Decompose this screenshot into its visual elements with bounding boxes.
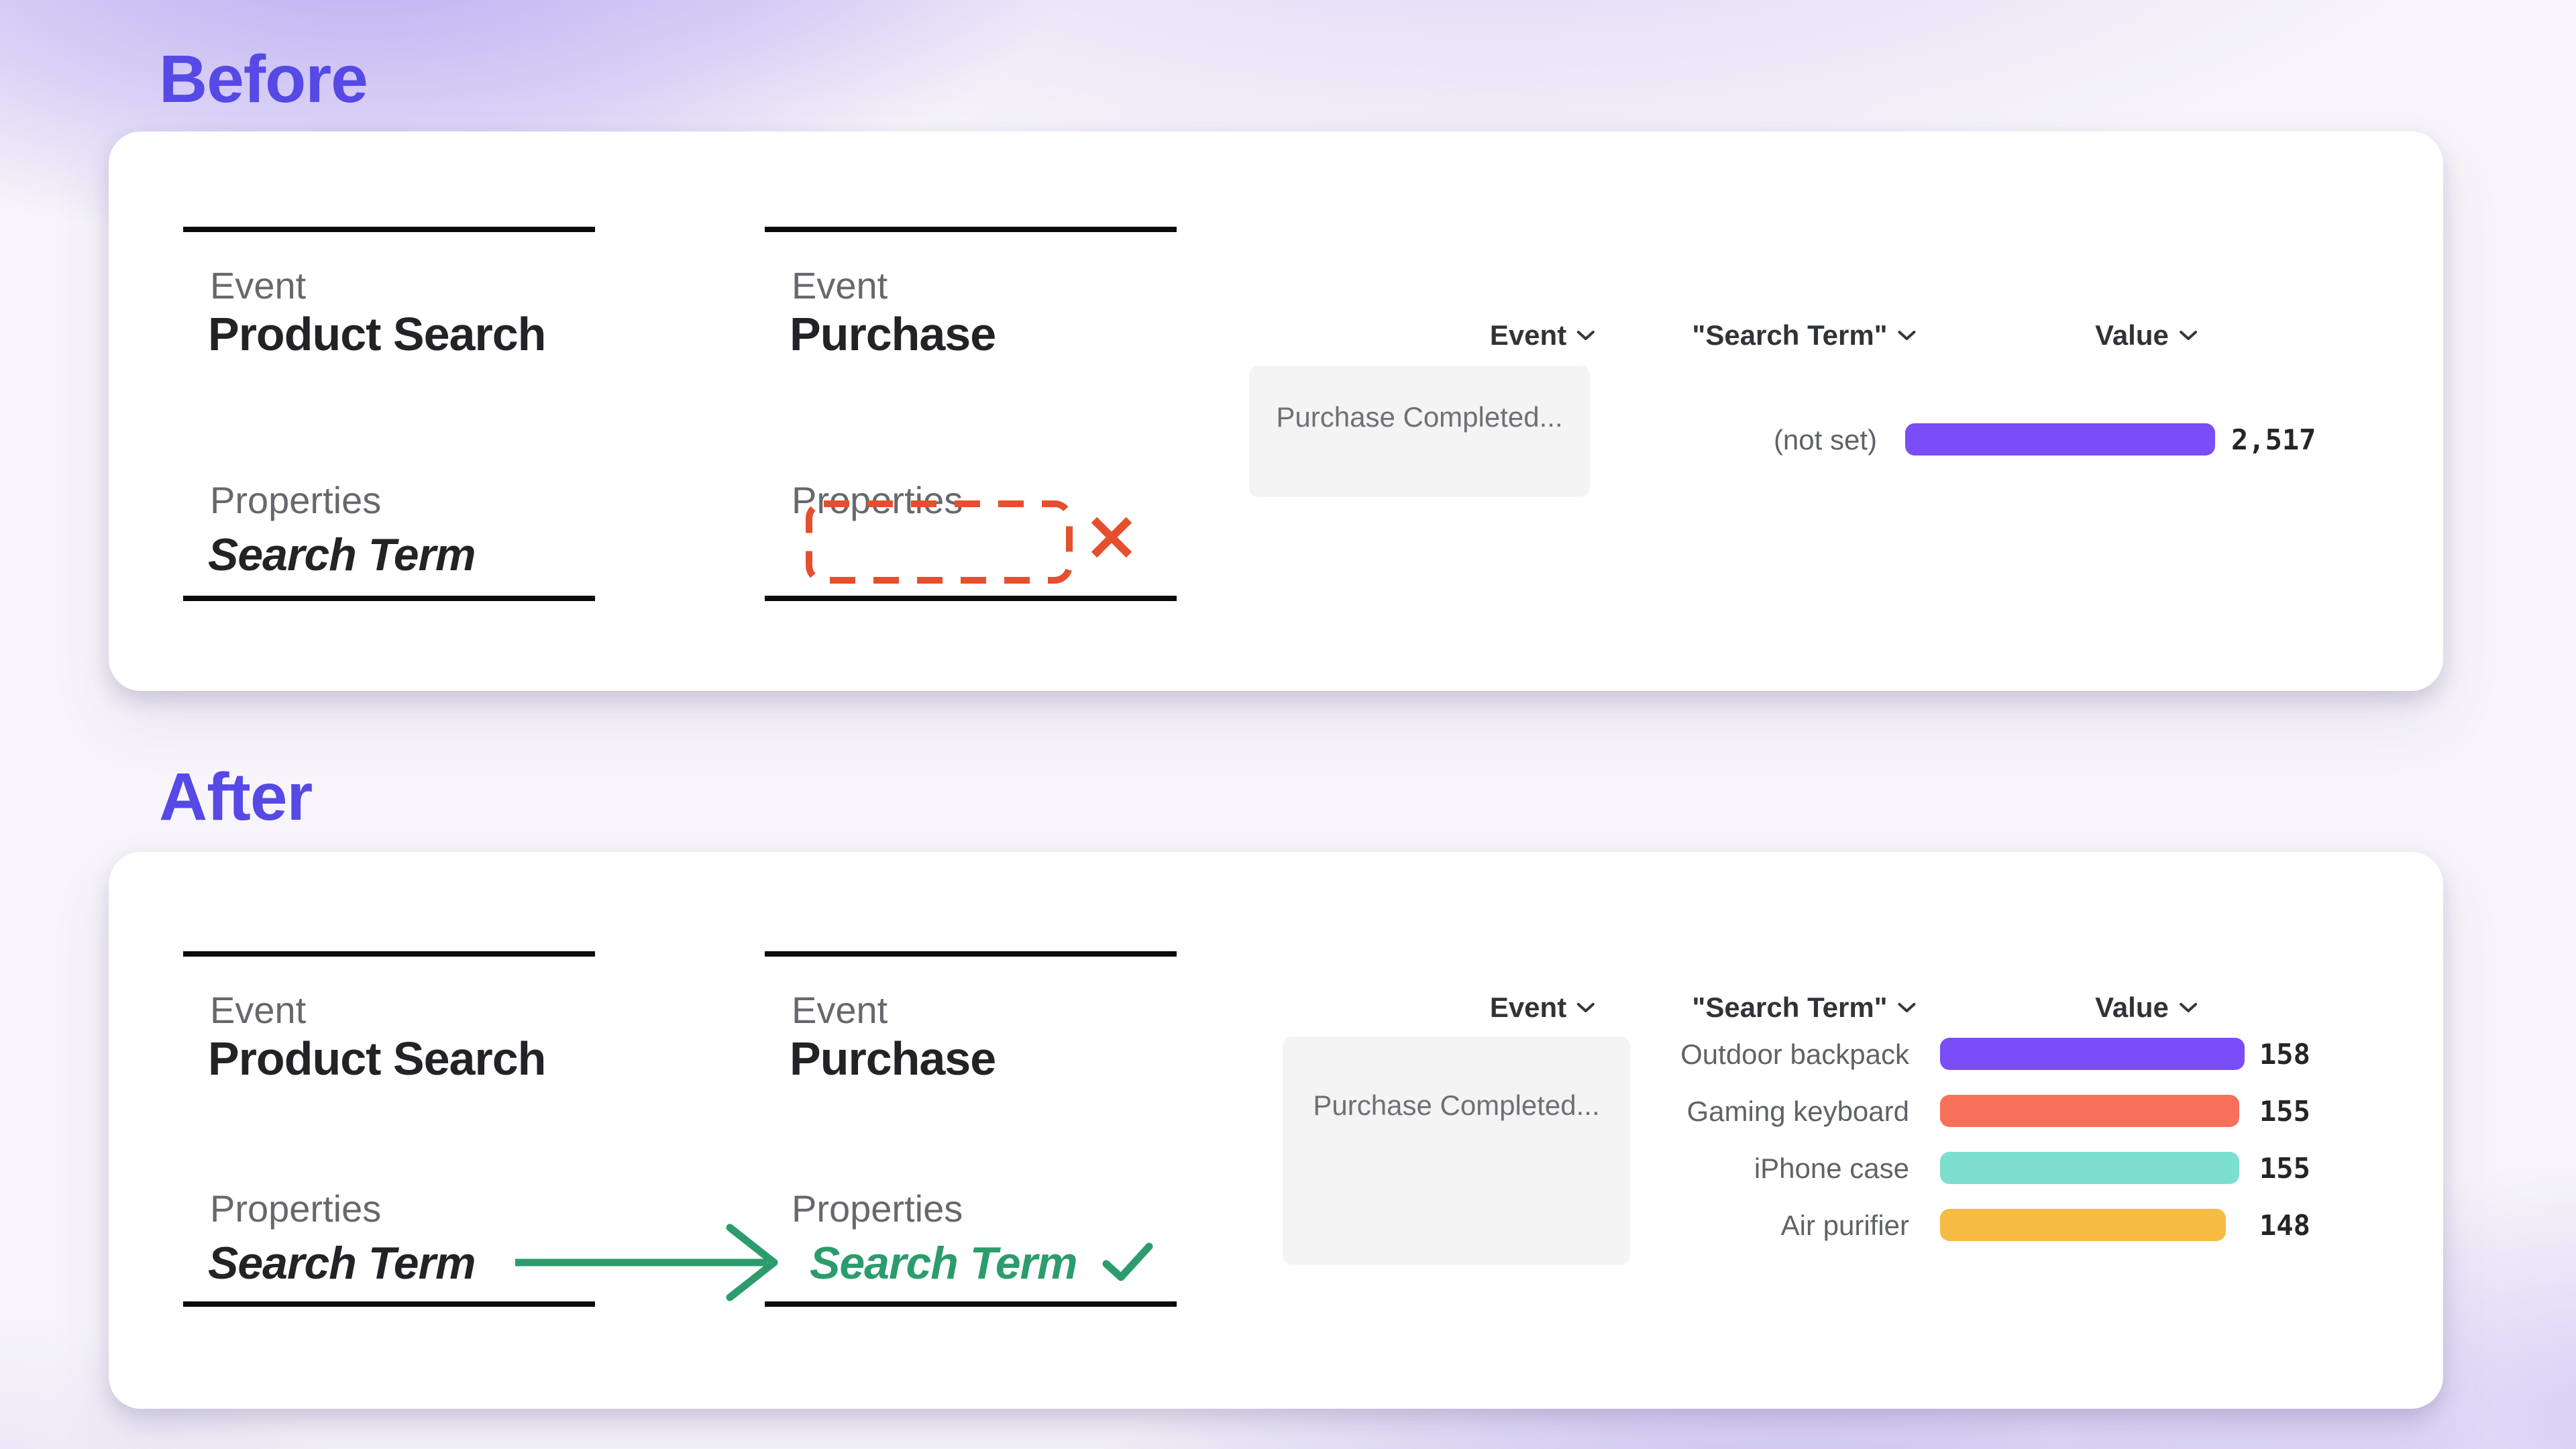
bar-value: 155 (2259, 1152, 2310, 1185)
divider-line (765, 596, 1177, 601)
bar-value: 148 (2259, 1210, 2310, 1242)
event-label: Event (210, 263, 306, 308)
row-label: Outdoor backpack (1623, 1038, 1909, 1071)
divider-line (183, 596, 595, 601)
event-label: Event (792, 263, 888, 308)
divider-line (765, 1301, 1177, 1307)
after-card: Event Product Search Properties Search T… (109, 852, 2443, 1409)
column-header-label: Event (1490, 318, 1566, 353)
event-cell-text: Purchase Completed... (1249, 400, 1590, 434)
chevron-down-icon (1576, 329, 1596, 341)
bar-value: 155 (2259, 1095, 2310, 1128)
column-header-label: "Search Term" (1692, 990, 1887, 1025)
property-name: Search Term (208, 1237, 475, 1289)
before-section-title: Before (159, 44, 368, 115)
divider-line (183, 951, 595, 957)
x-mark-icon (1088, 514, 1135, 561)
row-label: Gaming keyboard (1623, 1095, 1909, 1128)
chevron-down-icon (2178, 329, 2198, 341)
column-header-label: Value (2095, 318, 2169, 353)
value-bar (1940, 1095, 2239, 1127)
before-card: Event Product Search Properties Search T… (109, 131, 2443, 691)
checkmark-icon (1102, 1241, 1154, 1283)
event-name: Purchase (790, 307, 996, 362)
chevron-down-icon (1576, 1002, 1596, 1014)
mapping-arrow-icon (514, 1222, 789, 1303)
divider-line (183, 227, 595, 232)
column-header-value[interactable]: Value (2095, 990, 2198, 1025)
event-cell: Purchase Completed... (1249, 366, 1590, 497)
event-cell: Purchase Completed... (1283, 1036, 1630, 1265)
divider-line (765, 227, 1177, 232)
event-name: Purchase (790, 1032, 996, 1086)
chevron-down-icon (1897, 1002, 1917, 1014)
value-bar (1940, 1209, 2226, 1241)
properties-label: Properties (792, 1186, 963, 1231)
divider-line (765, 951, 1177, 957)
column-header-label: Event (1490, 990, 1566, 1025)
column-header-label: Value (2095, 990, 2169, 1025)
bar-value: 158 (2259, 1038, 2310, 1071)
column-header-label: "Search Term" (1692, 318, 1887, 353)
properties-label: Properties (210, 1186, 381, 1231)
properties-label: Properties (210, 478, 381, 523)
event-name: Product Search (208, 1032, 545, 1086)
event-cell-text: Purchase Completed... (1283, 1089, 1630, 1122)
column-header-search-term[interactable]: "Search Term" (1692, 318, 1917, 353)
column-header-event[interactable]: Event (1490, 318, 1596, 353)
bar-value: 2,517 (2231, 424, 2316, 456)
column-header-search-term[interactable]: "Search Term" (1692, 990, 1917, 1025)
page: Before Event Product Search Properties S… (0, 0, 2576, 1449)
after-section-title: After (159, 762, 312, 833)
event-name: Product Search (208, 307, 545, 362)
value-bar (1940, 1038, 2245, 1070)
missing-property-dashed-box (805, 500, 1073, 584)
property-name: Search Term (810, 1237, 1077, 1289)
value-bar (1940, 1152, 2239, 1184)
column-header-value[interactable]: Value (2095, 318, 2198, 353)
event-label: Event (792, 987, 888, 1032)
row-label: Air purifier (1623, 1210, 1909, 1242)
value-bar (1905, 423, 2215, 455)
event-label: Event (210, 987, 306, 1032)
column-header-event[interactable]: Event (1490, 990, 1596, 1025)
chevron-down-icon (1897, 329, 1917, 341)
chevron-down-icon (2178, 1002, 2198, 1014)
row-label: iPhone case (1623, 1152, 1909, 1185)
property-name: Search Term (208, 529, 475, 581)
row-label: (not set) (1690, 424, 1877, 456)
